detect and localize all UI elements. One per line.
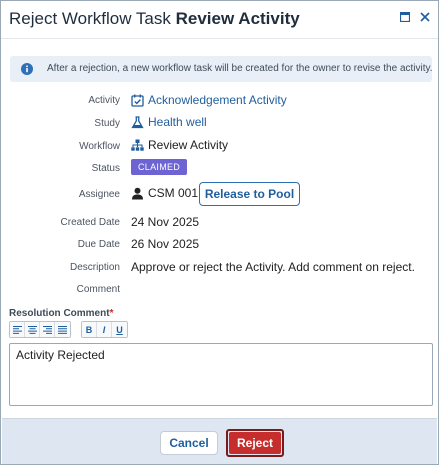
align-justify-icon[interactable] [55,322,70,337]
dialog-title-task: Review Activity [175,9,300,28]
release-to-pool-button[interactable]: Release to Pool [199,182,300,206]
bold-button[interactable]: B [82,322,97,337]
align-right-icon[interactable] [40,322,55,337]
reject-button[interactable]: Reject [229,432,281,454]
sitemap-icon [131,139,144,151]
study-value: Health well [148,115,207,129]
resolution-comment-input[interactable]: Activity Rejected [9,343,433,406]
assignee-value-group: CSM 001 [131,186,198,200]
italic-button[interactable]: I [97,322,112,337]
maximize-icon[interactable] [400,12,414,26]
comment-label: Comment [76,284,120,295]
created-date-label: Created Date [60,217,120,228]
editor-toolbar: B I U [9,321,138,338]
info-icon [21,63,33,75]
dialog-title: Reject Workflow Task Review Activity [9,9,300,29]
assignee-label: Assignee [78,189,120,200]
study-label: Study [94,118,120,129]
description-value: Approve or reject the Activity. Add comm… [131,260,415,274]
activity-label: Activity [88,95,120,106]
reject-button-focus-ring[interactable]: Reject [226,429,284,457]
alignment-group [9,321,71,338]
assignee-value: CSM 001 [148,186,199,200]
align-center-icon[interactable] [25,322,40,337]
resolution-label-text: Resolution Comment [9,308,110,319]
cancel-button[interactable]: Cancel [160,431,218,455]
flask-icon [131,115,144,128]
activity-link[interactable]: Acknowledgement Activity [131,93,287,107]
dialog-title-prefix: Reject Workflow Task [9,9,171,28]
workflow-value-group: Review Activity [131,138,228,152]
dialog-header: Reject Workflow Task Review Activity [1,1,438,39]
close-icon[interactable] [420,12,434,26]
format-group: B I U [81,321,128,338]
workflow-value: Review Activity [148,138,229,152]
reject-workflow-dialog: Reject Workflow Task Review Activity Aft… [0,0,439,465]
dialog-footer: Cancel Reject [2,418,437,464]
description-label: Description [69,262,120,273]
required-marker: * [109,308,114,319]
activity-value: Acknowledgement Activity [148,93,287,107]
due-date-label: Due Date [77,239,120,250]
info-banner: After a rejection, a new workflow task w… [10,56,433,82]
study-link[interactable]: Health well [131,115,207,129]
resolution-comment-label: Resolution Comment* [9,308,113,319]
checkbox-calendar-icon [131,94,144,107]
underline-button[interactable]: U [112,322,127,337]
user-icon [132,187,143,199]
align-left-icon[interactable] [10,322,25,337]
created-date-value: 24 Nov 2025 [131,215,200,229]
info-text: After a rejection, a new workflow task w… [47,63,433,74]
dialog-body: After a rejection, a new workflow task w… [2,40,437,417]
due-date-value: 26 Nov 2025 [131,237,200,251]
status-label: Status [91,163,120,174]
status-badge: CLAIMED [131,159,188,175]
workflow-label: Workflow [79,141,120,152]
